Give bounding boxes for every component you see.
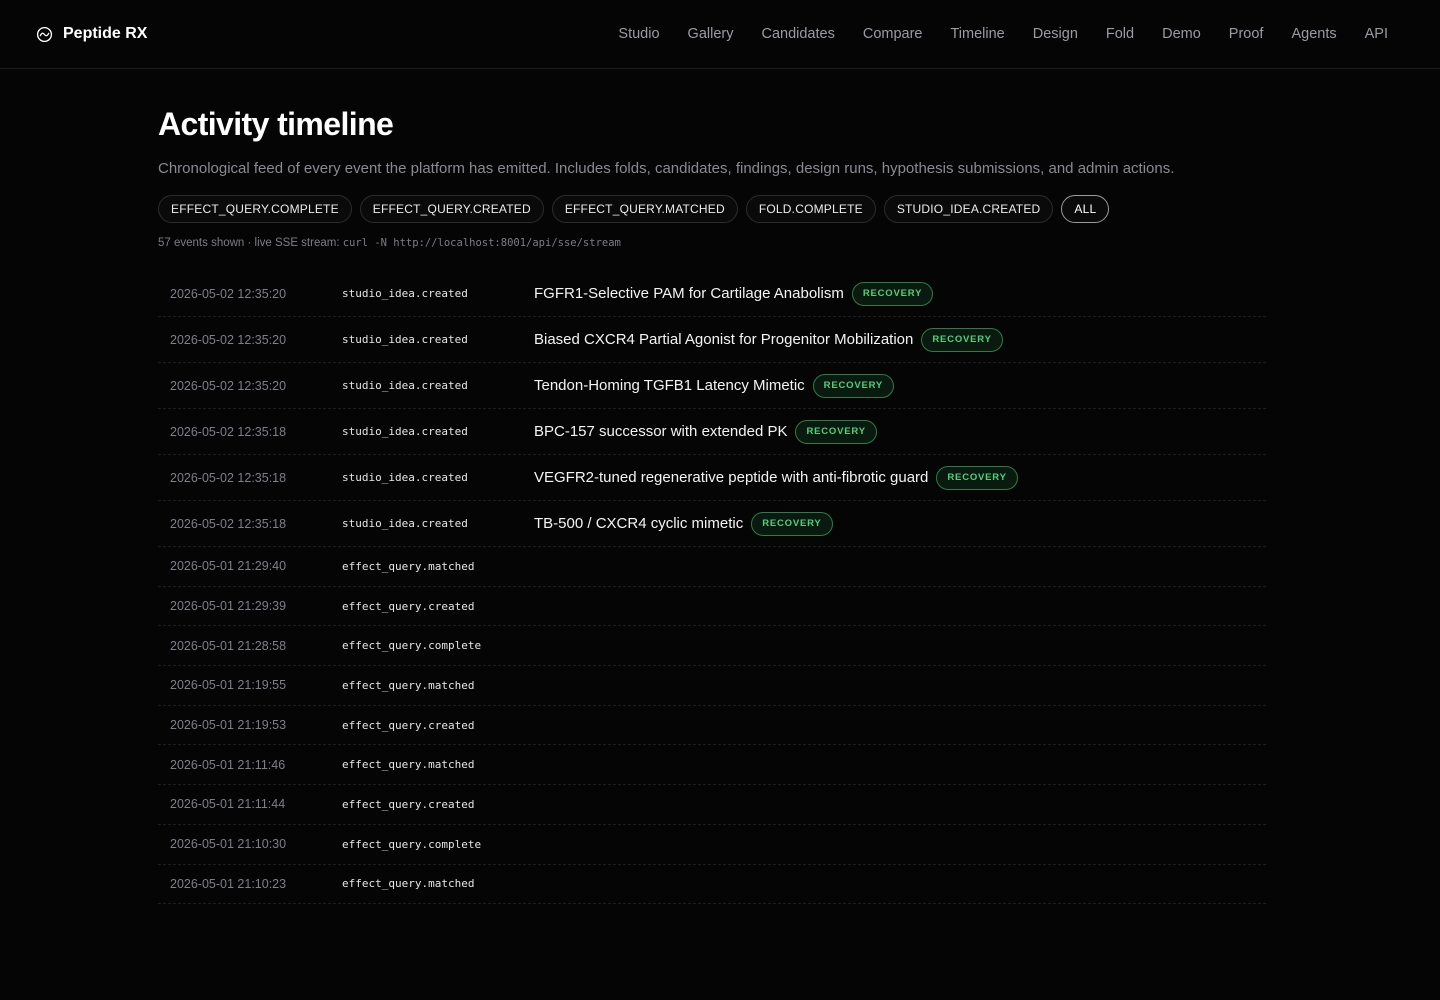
event-title[interactable]: Tendon-Homing TGFB1 Latency Mimetic xyxy=(534,377,805,394)
event-title[interactable]: VEGFR2-tuned regenerative peptide with a… xyxy=(534,469,928,486)
page-title: Activity timeline xyxy=(158,106,394,142)
category-badge: RECOVERY xyxy=(795,419,877,444)
brand[interactable]: Peptide RX xyxy=(36,25,147,43)
category-badge: RECOVERY xyxy=(851,281,934,306)
category-badge: RECOVERY xyxy=(921,327,1003,352)
event-row[interactable]: 2026-05-01 21:29:39 effect_query.created xyxy=(158,587,1266,627)
nav-link-agents[interactable]: Agents xyxy=(1291,26,1336,42)
event-type: effect_query.created xyxy=(342,718,475,732)
main-nav: Studio Gallery Candidates Compare Timeline De… xyxy=(618,26,1388,42)
event-timestamp: 2026-05-02 12:35:18 xyxy=(170,424,287,439)
category-badge: RECOVERY xyxy=(812,373,895,398)
event-timestamp: 2026-05-02 12:35:18 xyxy=(170,516,287,531)
event-meta: 57 events shown · live SSE stream: curl … xyxy=(158,237,1266,249)
filter-chips: EFFECT_QUERY.COMPLETE EFFECT_QUERY.CREATE… xyxy=(158,195,1266,223)
nav-link-timeline[interactable]: Timeline xyxy=(950,26,1004,42)
event-timestamp: 2026-05-01 21:29:40 xyxy=(170,559,287,574)
event-row[interactable]: 2026-05-01 21:11:46 effect_query.matched xyxy=(158,745,1266,786)
filter-chip-all[interactable]: ALL xyxy=(1061,195,1110,223)
sse-command: curl -N http://localhost:8001/api/sse/st… xyxy=(342,237,621,249)
event-title[interactable]: FGFR1-Selective PAM for Cartilage Anabol… xyxy=(534,285,844,302)
event-type: effect_query.complete xyxy=(342,639,482,653)
event-row[interactable]: 2026-05-01 21:11:44 effect_query.created xyxy=(158,785,1266,825)
event-type: studio_idea.created xyxy=(342,333,468,346)
event-row[interactable]: 2026-05-02 12:35:20 studio_idea.created FG… xyxy=(158,271,1266,317)
event-title[interactable]: TB-500 / CXCR4 cyclic mimetic xyxy=(534,515,743,532)
page-subtitle: Chronological feed of every event the pl… xyxy=(158,160,1175,177)
event-row[interactable]: 2026-05-02 12:35:18 studio_idea.created BP… xyxy=(158,409,1266,455)
event-timestamp: 2026-05-01 21:28:58 xyxy=(170,638,287,653)
event-timestamp: 2026-05-02 12:35:20 xyxy=(170,378,287,393)
event-type: studio_idea.created xyxy=(342,379,468,392)
event-row[interactable]: 2026-05-02 12:35:20 studio_idea.created Bi… xyxy=(158,317,1266,363)
nav-link-demo[interactable]: Demo xyxy=(1162,26,1201,42)
event-timestamp: 2026-05-01 21:10:23 xyxy=(170,876,287,891)
filter-chip-effect-query-matched[interactable]: EFFECT_QUERY.MATCHED xyxy=(551,195,738,223)
event-row[interactable]: 2026-05-02 12:35:18 studio_idea.created VE… xyxy=(158,455,1266,501)
event-type: effect_query.complete xyxy=(342,837,482,851)
event-timestamp: 2026-05-01 21:29:39 xyxy=(170,599,287,614)
filter-chip-effect-query-complete[interactable]: EFFECT_QUERY.COMPLETE xyxy=(158,195,352,223)
event-type: studio_idea.created xyxy=(342,425,468,438)
filter-chip-effect-query-created[interactable]: EFFECT_QUERY.CREATED xyxy=(359,195,544,223)
event-row[interactable]: 2026-05-01 21:19:55 effect_query.matched xyxy=(158,666,1266,706)
nav-link-studio[interactable]: Studio xyxy=(618,26,659,42)
event-row[interactable]: 2026-05-01 21:10:23 effect_query.matched xyxy=(158,865,1266,905)
event-title[interactable]: BPC-157 successor with extended PK xyxy=(534,423,787,440)
event-type: effect_query.matched xyxy=(342,559,475,573)
event-type: studio_idea.created xyxy=(342,471,468,484)
event-row[interactable]: 2026-05-01 21:10:30 effect_query.complete xyxy=(158,825,1266,865)
event-type: studio_idea.created xyxy=(342,517,468,530)
event-timestamp: 2026-05-01 21:10:30 xyxy=(170,837,287,852)
event-timestamp: 2026-05-01 21:19:53 xyxy=(170,718,287,733)
event-timestamp: 2026-05-02 12:35:20 xyxy=(170,332,287,347)
event-row[interactable]: 2026-05-02 12:35:20 studio_idea.created Te… xyxy=(158,363,1266,409)
event-row[interactable]: 2026-05-02 12:35:18 studio_idea.created TB… xyxy=(158,501,1266,547)
event-type: effect_query.created xyxy=(342,599,475,613)
event-timestamp: 2026-05-02 12:35:20 xyxy=(170,286,287,301)
event-count: 57 events shown · live SSE stream: xyxy=(158,237,343,249)
category-badge: RECOVERY xyxy=(936,465,1018,490)
event-timestamp: 2026-05-02 12:35:18 xyxy=(170,470,287,485)
event-type: effect_query.matched xyxy=(342,758,475,772)
main-content: Activity timeline Chronological feed of … xyxy=(0,105,1440,905)
category-badge: RECOVERY xyxy=(751,511,833,536)
top-bar: Peptide RX Studio Gallery Candidates Compar… xyxy=(0,0,1440,69)
event-timestamp: 2026-05-01 21:11:46 xyxy=(170,757,286,772)
event-list: 2026-05-02 12:35:20 studio_idea.created FG… xyxy=(158,271,1266,905)
nav-link-proof[interactable]: Proof xyxy=(1229,26,1264,42)
event-type: studio_idea.created xyxy=(342,287,468,300)
event-title[interactable]: Biased CXCR4 Partial Agonist for Progeni… xyxy=(534,331,913,348)
filter-chip-studio-idea-created[interactable]: STUDIO_IDEA.CREATED xyxy=(883,195,1054,223)
nav-link-gallery[interactable]: Gallery xyxy=(688,26,734,42)
nav-link-api[interactable]: API xyxy=(1365,26,1388,42)
nav-link-design[interactable]: Design xyxy=(1033,26,1078,42)
event-row[interactable]: 2026-05-01 21:29:40 effect_query.matched xyxy=(158,547,1266,587)
logo-icon xyxy=(36,26,53,43)
nav-link-compare[interactable]: Compare xyxy=(863,26,923,42)
nav-link-candidates[interactable]: Candidates xyxy=(761,26,834,42)
event-type: effect_query.matched xyxy=(342,678,475,692)
nav-link-fold[interactable]: Fold xyxy=(1106,26,1134,42)
event-type: effect_query.matched xyxy=(342,877,475,891)
event-timestamp: 2026-05-01 21:19:55 xyxy=(170,678,287,693)
event-timestamp: 2026-05-01 21:11:44 xyxy=(170,797,286,812)
event-row[interactable]: 2026-05-01 21:19:53 effect_query.created xyxy=(158,706,1266,746)
brand-name: Peptide RX xyxy=(63,25,148,42)
filter-chip-fold-complete[interactable]: FOLD.COMPLETE xyxy=(745,195,876,223)
event-type: effect_query.created xyxy=(342,797,475,811)
event-row[interactable]: 2026-05-01 21:28:58 effect_query.complete xyxy=(158,626,1266,667)
